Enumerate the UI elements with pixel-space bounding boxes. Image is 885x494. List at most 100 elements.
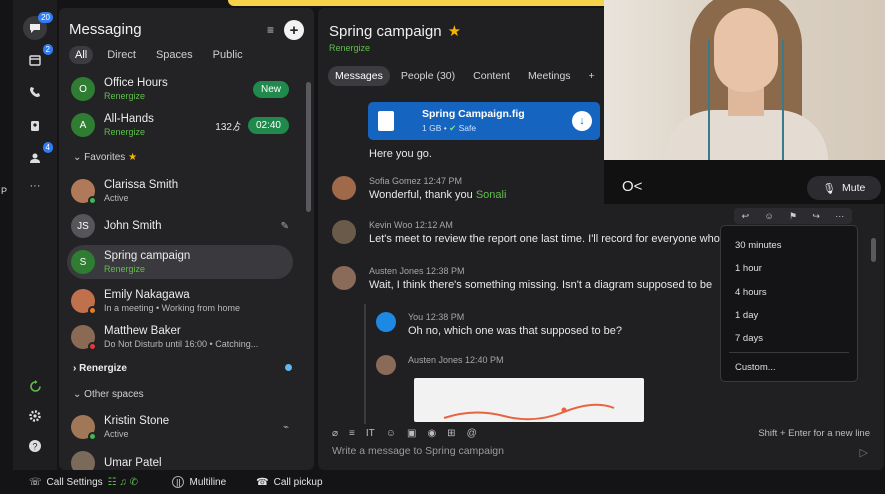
- space-all-hands[interactable]: A All-Hands Renergize 132ゟ 02:40: [67, 108, 293, 142]
- avatar: [332, 266, 356, 290]
- calls-icon[interactable]: [23, 80, 47, 104]
- avatar: [71, 325, 97, 351]
- call-pickup-label: Call pickup: [273, 476, 323, 488]
- ai-assistant-icon[interactable]: O˂: [622, 178, 642, 195]
- mention-icon[interactable]: @: [467, 428, 477, 439]
- gif-icon[interactable]: ▣: [407, 428, 416, 439]
- mute-button[interactable]: 🎙 Mute: [807, 176, 881, 200]
- emoji-icon[interactable]: ☺: [386, 428, 396, 439]
- snooze-dropdown: 30 minutes 1 hour 4 hours 1 day 7 days C…: [720, 225, 858, 382]
- option-custom[interactable]: Custom...: [735, 362, 776, 373]
- filter-all[interactable]: All: [69, 46, 94, 64]
- sticker-icon[interactable]: ◉: [427, 428, 436, 439]
- call-pickup-button[interactable]: ☎ Call pickup: [256, 477, 322, 488]
- space-matthew-baker[interactable]: Matthew Baker Do Not Disturb until 16:00…: [67, 320, 293, 354]
- avatar: [71, 415, 97, 441]
- p-label: P: [1, 186, 8, 196]
- sync-icon[interactable]: [23, 374, 47, 398]
- calendar-icon[interactable]: 2: [23, 44, 53, 72]
- call-settings-button[interactable]: ☏ Call Settings ☷ ♫ ✆: [29, 477, 138, 488]
- more-icon[interactable]: ···: [23, 174, 47, 198]
- new-pill[interactable]: New: [252, 80, 289, 98]
- message-body: Oh no, which one was that supposed to be…: [408, 325, 623, 337]
- presence-status: Active: [104, 193, 129, 203]
- divider: [729, 352, 849, 353]
- attach-icon[interactable]: ⌀: [332, 428, 338, 439]
- space-spring-campaign[interactable]: S Spring campaign Renergize: [67, 245, 293, 279]
- space-emily-nakagawa[interactable]: Emily Nakagawa In a meeting • Working fr…: [67, 284, 293, 318]
- filter-public[interactable]: Public: [207, 46, 249, 64]
- app-window: 20 2 4 ··· P ? Messaging ≡ + All Direct …: [0, 0, 885, 494]
- participant-count: 132ゟ: [215, 121, 242, 133]
- space-john-smith[interactable]: JS John Smith ✎: [67, 209, 293, 243]
- other-spaces-label: Other spaces: [84, 389, 144, 400]
- whiteboard-icon[interactable]: ⊞: [447, 428, 455, 439]
- space-kristin-stone[interactable]: Kristin Stone Active ⌁: [67, 410, 293, 444]
- filter-direct[interactable]: Direct: [101, 46, 142, 64]
- space-name: All-Hands: [104, 113, 154, 125]
- headphone-wire: [708, 40, 710, 160]
- teams-icon[interactable]: 4: [23, 142, 53, 170]
- diagram-image[interactable]: [414, 378, 644, 422]
- file-meta: 1 GB • ✔ Safe: [422, 123, 477, 133]
- option-7-days[interactable]: 7 days: [735, 333, 763, 344]
- call-settings-icon: ☏: [29, 476, 42, 488]
- download-icon[interactable]: ↓: [572, 111, 592, 131]
- tab-content[interactable]: Content: [466, 66, 517, 86]
- spaces-scrollbar[interactable]: [306, 82, 311, 212]
- space-umar-patel[interactable]: Umar Patel: [67, 446, 293, 470]
- join-timer-pill[interactable]: 02:40: [247, 116, 289, 134]
- other-spaces-header[interactable]: ⌄ Other spaces: [73, 389, 144, 400]
- space-clarissa-smith[interactable]: Clarissa Smith Active: [67, 174, 293, 208]
- renergize-header[interactable]: › Renergize: [73, 363, 127, 374]
- space-name: Umar Patel: [104, 457, 162, 469]
- option-1-hour[interactable]: 1 hour: [735, 263, 762, 274]
- message-meta: You 12:38 PM: [408, 312, 465, 322]
- avatar: [332, 176, 356, 200]
- space-name: Spring campaign: [104, 250, 191, 262]
- reply-icon[interactable]: ↩: [742, 211, 750, 222]
- messaging-badge: 20: [38, 12, 53, 23]
- tab-messages[interactable]: Messages: [328, 66, 390, 86]
- option-30-minutes[interactable]: 30 minutes: [735, 240, 781, 251]
- call-pickup-icon: ☎: [256, 476, 269, 488]
- settings-icon[interactable]: [23, 404, 47, 428]
- mention[interactable]: Sonali: [476, 189, 507, 201]
- diagram-sketch: [443, 403, 615, 421]
- tab-meetings[interactable]: Meetings: [521, 66, 578, 86]
- forward-icon[interactable]: ↪: [812, 211, 820, 222]
- panel-title: Messaging: [69, 21, 142, 38]
- option-4-hours[interactable]: 4 hours: [735, 287, 767, 298]
- react-icon[interactable]: ☺: [765, 211, 774, 221]
- teams-badge: 4: [42, 142, 53, 153]
- tab-people[interactable]: People (30): [394, 66, 462, 86]
- message-meta: Austen Jones 12:38 PM: [369, 266, 465, 276]
- space-office-hours[interactable]: O Office Hours Renergize New: [67, 72, 293, 106]
- file-attachment[interactable]: Spring Campaign.fig 1 GB • ✔ Safe ↓: [368, 102, 600, 140]
- favorites-label: Favorites: [84, 152, 126, 163]
- participant-face: [714, 8, 778, 92]
- avatar: O: [71, 77, 95, 101]
- filter-icon[interactable]: ≡: [267, 23, 274, 37]
- favorite-star-icon[interactable]: ★: [448, 23, 461, 40]
- multiline-button[interactable]: || Multiline: [172, 476, 226, 488]
- contacts-icon[interactable]: [23, 114, 47, 138]
- flag-icon[interactable]: ⚑: [789, 211, 797, 222]
- multiline-label: Multiline: [189, 476, 227, 488]
- tab-add[interactable]: +: [582, 66, 602, 86]
- send-icon[interactable]: ▷: [860, 446, 868, 459]
- option-1-day[interactable]: 1 day: [735, 310, 758, 321]
- conversation-tabs: Messages People (30) Content Meetings +: [328, 66, 602, 86]
- filter-spaces[interactable]: Spaces: [150, 46, 199, 64]
- new-space-button[interactable]: +: [284, 20, 304, 40]
- more-actions-icon[interactable]: ···: [835, 211, 844, 221]
- message-input[interactable]: Write a message to Spring campaign: [332, 445, 870, 457]
- favorites-header[interactable]: ⌄ Favorites ★: [73, 152, 137, 163]
- text-icon[interactable]: IT: [366, 428, 375, 439]
- format-icon[interactable]: ≡: [349, 428, 355, 439]
- conversation-scrollbar[interactable]: [871, 238, 876, 262]
- avatar: S: [71, 250, 95, 274]
- help-icon[interactable]: ?: [23, 434, 47, 458]
- messaging-icon[interactable]: 20: [23, 12, 53, 40]
- avatar: [71, 289, 97, 315]
